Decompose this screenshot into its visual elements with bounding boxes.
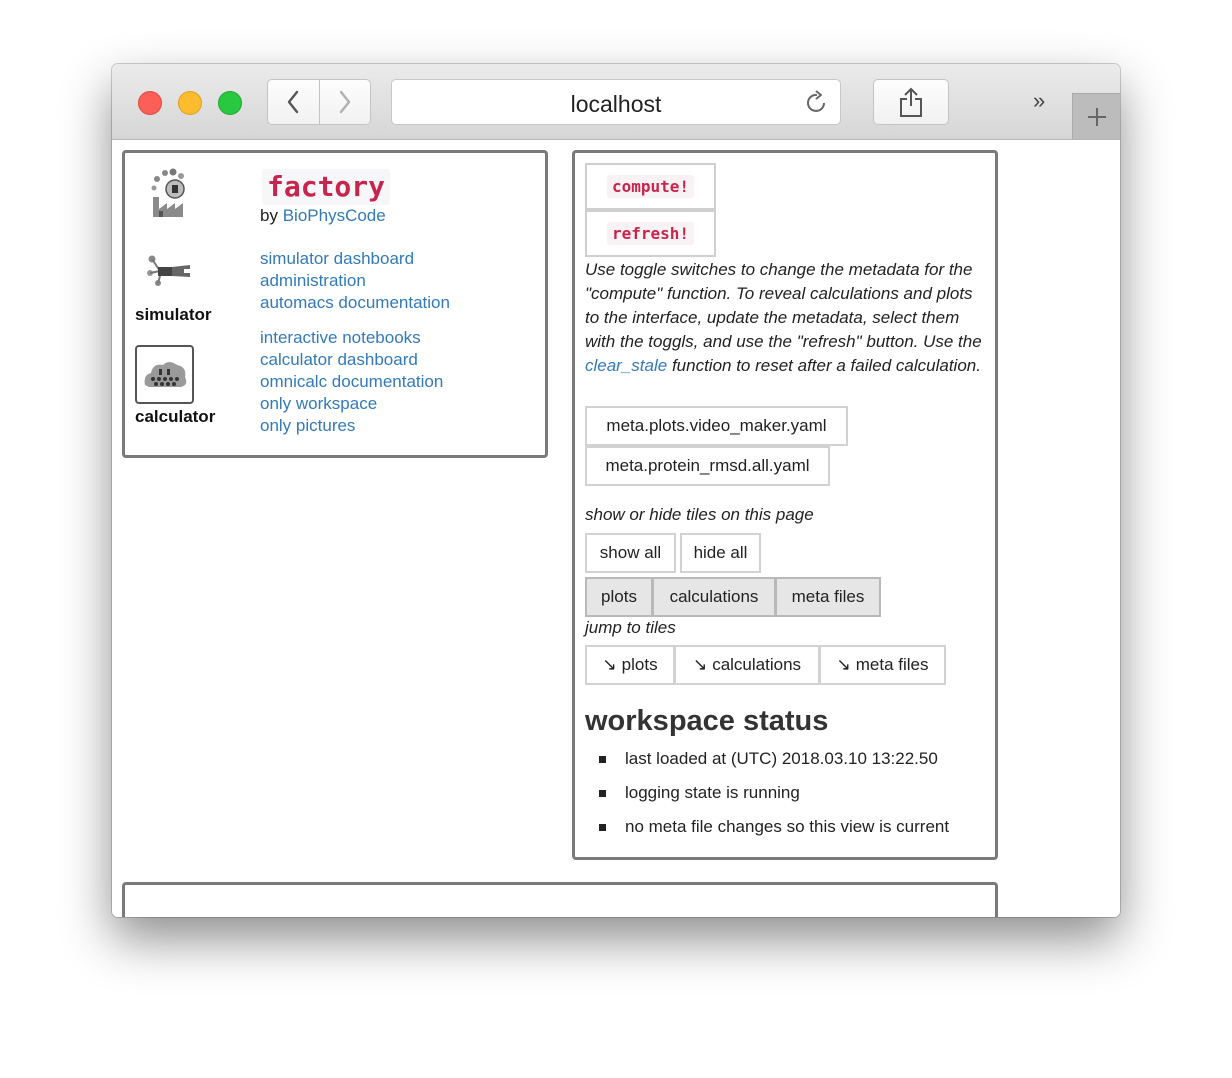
plus-icon [1087, 107, 1106, 126]
address-bar[interactable]: localhost [391, 79, 841, 125]
more-tabs-button[interactable]: » [1033, 88, 1045, 114]
calculator-links: interactive notebooks calculator dashboa… [260, 327, 443, 437]
chevron-left-icon [288, 90, 299, 114]
automacs-documentation-link[interactable]: automacs documentation [260, 293, 450, 312]
status-item: last loaded at (UTC) 2018.03.10 13:22.50 [597, 747, 949, 781]
jump-meta-files-label: meta files [855, 655, 929, 674]
compute-button[interactable]: compute! [585, 163, 716, 210]
jump-plots-label: plots [621, 655, 658, 674]
author-link[interactable]: BioPhysCode [283, 206, 386, 225]
brand-title: factory [262, 169, 391, 205]
reload-icon[interactable] [804, 90, 830, 116]
only-pictures-link[interactable]: only pictures [260, 416, 355, 435]
workspace-status-title: workspace status [585, 705, 829, 737]
url-text: localhost [570, 91, 662, 117]
status-item: no meta file changes so this view is cur… [597, 815, 949, 849]
byline: by BioPhysCode [260, 206, 386, 226]
chevron-right-icon [339, 90, 350, 114]
simulator-links: simulator dashboard administration autom… [260, 248, 450, 314]
factory-logo-icon [151, 168, 185, 217]
omnicalc-documentation-link[interactable]: omnicalc documentation [260, 372, 443, 391]
compute-button-label: compute! [606, 175, 695, 198]
meta-file-protein-rmsd-button[interactable]: meta.protein_rmsd.all.yaml [585, 446, 830, 486]
bottom-tile-panel [122, 882, 998, 917]
new-tab-button[interactable] [1072, 93, 1120, 139]
jump-calculations-label: calculations [712, 655, 802, 674]
jump-calculations-button[interactable]: ↘ calculations [674, 645, 820, 685]
browser-window: localhost » simulator calculator factory… [112, 64, 1120, 917]
meta-file-video-maker-button[interactable]: meta.plots.video_maker.yaml [585, 406, 848, 446]
toggle-calculations-button[interactable]: calculations [652, 577, 776, 617]
share-button[interactable] [873, 79, 949, 125]
simulator-icon [147, 255, 190, 286]
hide-all-button[interactable]: hide all [680, 533, 761, 573]
workspace-controls-panel: compute! refresh! Use toggle switches to… [572, 150, 998, 860]
jump-plots-button[interactable]: ↘ plots [585, 645, 675, 685]
only-workspace-link[interactable]: only workspace [260, 394, 377, 413]
jump-to-tiles-label: jump to tiles [585, 618, 676, 637]
arrow-down-right-icon: ↘ [602, 655, 617, 674]
calculator-icon [144, 362, 187, 387]
refresh-button-label: refresh! [606, 222, 695, 245]
nav-buttons [267, 79, 371, 125]
app-menu-panel: simulator calculator factory by BioPhysC… [122, 150, 548, 458]
instructions-part-1: Use toggle switches to change the metada… [585, 260, 982, 351]
page-content: simulator calculator factory by BioPhysC… [112, 140, 1120, 917]
toggle-meta-files-button[interactable]: meta files [775, 577, 881, 617]
minimize-window-button[interactable] [178, 91, 202, 115]
instructions-text: Use toggle switches to change the metada… [585, 258, 985, 378]
administration-link[interactable]: administration [260, 271, 366, 290]
toggle-plots-button[interactable]: plots [585, 577, 653, 617]
status-item: logging state is running [597, 781, 949, 815]
arrow-down-right-icon: ↘ [836, 655, 851, 674]
simulator-label: simulator [135, 305, 212, 324]
calculator-dashboard-link[interactable]: calculator dashboard [260, 350, 418, 369]
simulator-dashboard-link[interactable]: simulator dashboard [260, 249, 414, 268]
show-hide-label: show or hide tiles on this page [585, 505, 814, 524]
jump-meta-files-button[interactable]: ↘ meta files [819, 645, 946, 685]
interactive-notebooks-link[interactable]: interactive notebooks [260, 328, 421, 347]
zoom-window-button[interactable] [218, 91, 242, 115]
share-icon [900, 87, 922, 117]
calculator-icon-button[interactable] [135, 345, 194, 404]
refresh-button[interactable]: refresh! [585, 210, 716, 257]
forward-button[interactable] [318, 80, 371, 124]
workspace-status-list: last loaded at (UTC) 2018.03.10 13:22.50… [597, 747, 949, 849]
clear-stale-link[interactable]: clear_stale [585, 356, 667, 375]
close-window-button[interactable] [138, 91, 162, 115]
instructions-part-2: function to reset after a failed calcula… [667, 356, 981, 375]
byline-prefix: by [260, 206, 278, 225]
show-all-button[interactable]: show all [585, 533, 676, 573]
browser-toolbar: localhost » [112, 64, 1120, 140]
arrow-down-right-icon: ↘ [692, 655, 708, 674]
back-button[interactable] [268, 80, 319, 124]
calculator-label: calculator [135, 407, 216, 426]
